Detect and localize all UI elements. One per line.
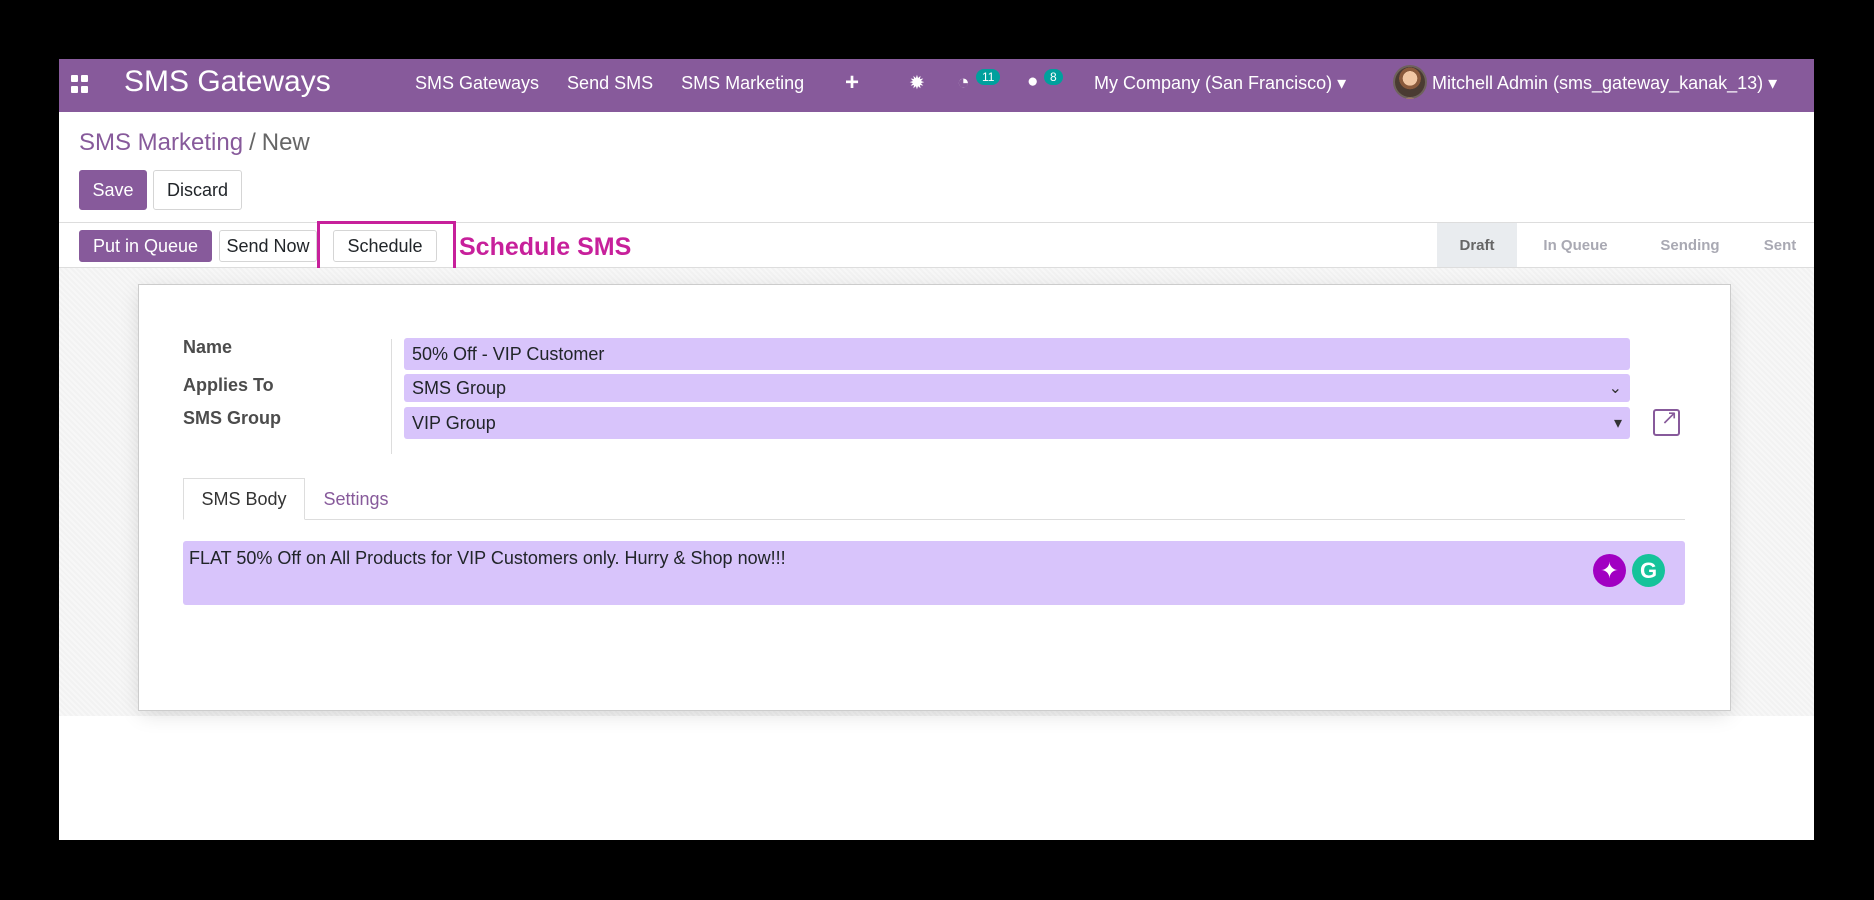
clock-icon[interactable]: ◔	[957, 71, 970, 95]
stage-sending[interactable]: Sending	[1634, 223, 1746, 267]
applies-to-value: SMS Group	[412, 378, 507, 398]
caret-down-icon: ▾	[1613, 415, 1622, 432]
plus-icon[interactable]: +	[845, 69, 859, 97]
stage-draft[interactable]: Draft	[1437, 223, 1517, 267]
menu-sms-gateways[interactable]: SMS Gateways	[415, 73, 539, 94]
company-name: My Company (San Francisco)	[1094, 73, 1333, 93]
company-switcher[interactable]: My Company (San Francisco) ▾	[1094, 73, 1346, 94]
top-menu: SMS Gateways Send SMS SMS Marketing	[415, 73, 804, 94]
bezel-top	[0, 0, 1874, 59]
menu-sms-marketing[interactable]: SMS Marketing	[681, 73, 804, 94]
save-button[interactable]: Save	[79, 170, 147, 210]
top-navbar: SMS Gateways SMS Gateways Send SMS SMS M…	[59, 59, 1814, 112]
bezel-left	[0, 0, 59, 900]
bezel-bottom	[0, 840, 1874, 900]
external-link-icon[interactable]	[1653, 405, 1680, 436]
stage-in-queue[interactable]: In Queue	[1517, 223, 1634, 267]
chevron-down-icon: ⌄	[1608, 380, 1622, 397]
caret-down-icon: ▾	[1337, 73, 1347, 93]
discard-button[interactable]: Discard	[153, 170, 242, 210]
sms-group-select[interactable]: VIP Group ▾	[404, 407, 1630, 439]
stage-sent[interactable]: Sent	[1746, 223, 1814, 267]
sms-body-textarea[interactable]: FLAT 50% Off on All Products for VIP Cus…	[183, 541, 1685, 605]
app-brand[interactable]: SMS Gateways	[124, 65, 331, 99]
menu-send-sms[interactable]: Send SMS	[567, 73, 653, 94]
apps-grid-icon[interactable]	[71, 75, 89, 93]
tab-settings[interactable]: Settings	[311, 478, 401, 520]
odoo-app: SMS Gateways SMS Gateways Send SMS SMS M…	[59, 59, 1814, 840]
label-divider	[391, 339, 392, 454]
send-now-button[interactable]: Send Now	[219, 230, 317, 262]
breadcrumb-current: New	[261, 129, 310, 156]
schedule-annotation: Schedule SMS	[459, 233, 632, 261]
message-count-badge: 8	[1044, 69, 1063, 85]
applies-to-select[interactable]: SMS Group ⌄	[404, 374, 1630, 402]
activity-count-badge: 11	[976, 69, 1001, 85]
name-input[interactable]: 50% Off - VIP Customer	[404, 338, 1630, 370]
applies-to-label: Applies To	[183, 375, 274, 395]
sms-group-label: SMS Group	[183, 408, 281, 428]
user-menu[interactable]: Mitchell Admin (sms_gateway_kanak_13) ▾	[1432, 73, 1777, 94]
bug-icon[interactable]: ✹	[909, 72, 925, 95]
user-name: Mitchell Admin (sms_gateway_kanak_13)	[1432, 73, 1764, 93]
caret-down-icon: ▾	[1768, 73, 1778, 93]
chat-icon[interactable]: ●	[1027, 71, 1038, 93]
tab-sms-body[interactable]: SMS Body	[183, 478, 305, 520]
bezel-right	[1814, 0, 1874, 900]
sms-group-value: VIP Group	[412, 413, 496, 433]
breadcrumb: SMS Marketing / New	[79, 129, 310, 157]
form-tabs: SMS Body Settings	[183, 478, 1685, 520]
name-label: Name	[183, 337, 233, 357]
breadcrumb-parent[interactable]: SMS Marketing	[79, 129, 243, 156]
put-in-queue-button[interactable]: Put in Queue	[79, 230, 212, 262]
grammarly-icon[interactable]: G	[1632, 554, 1665, 587]
avatar[interactable]	[1393, 65, 1427, 99]
sparkle-icon[interactable]: ✦	[1593, 554, 1626, 587]
breadcrumb-separator: /	[249, 129, 256, 156]
